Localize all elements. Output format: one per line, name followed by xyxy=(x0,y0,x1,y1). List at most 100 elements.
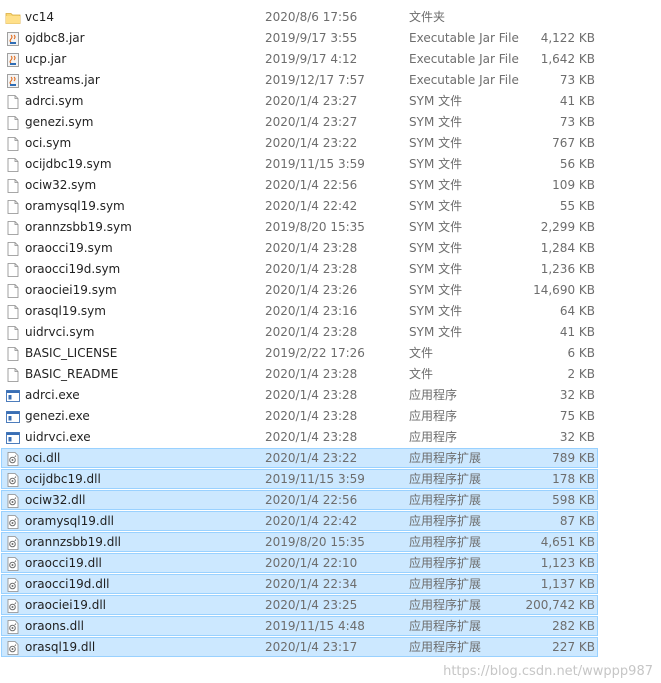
file-row[interactable]: xstreams.jar 2019/12/17 7:57 Executable Ja… xyxy=(0,70,661,91)
file-row[interactable]: oraocci19d.dll 2020/1/4 22:34 应用程序扩展 1,137 … xyxy=(0,574,661,595)
dll-icon xyxy=(5,514,21,530)
file-row[interactable]: oraociei19.sym 2020/1/4 23:26 SYM 文件 14,690… xyxy=(0,280,661,301)
file-date-modified: 2020/1/4 23:27 xyxy=(265,115,358,129)
file-icon xyxy=(5,157,21,173)
file-name: orasql19.sym xyxy=(25,304,106,318)
file-date-modified: 2020/1/4 22:56 xyxy=(265,493,358,507)
file-row[interactable]: oci.sym 2020/1/4 23:22 SYM 文件 767 KB xyxy=(0,133,661,154)
file-row[interactable]: oraociei19.dll 2020/1/4 23:25 应用程序扩展 200,74… xyxy=(0,595,661,616)
dll-icon xyxy=(5,577,21,593)
file-row[interactable]: oramysql19.dll 2020/1/4 22:42 应用程序扩展 87 KB xyxy=(0,511,661,532)
file-name: oraociei19.dll xyxy=(25,598,106,612)
jar-icon xyxy=(5,31,21,47)
file-date-modified: 2020/1/4 22:34 xyxy=(265,577,358,591)
file-size: 32 KB xyxy=(559,388,595,402)
file-size: 4,122 KB xyxy=(540,31,595,45)
file-size xyxy=(500,7,595,28)
file-date-modified: 2020/1/4 23:22 xyxy=(265,136,358,150)
file-row[interactable]: uidrvci.exe 2020/1/4 23:28 应用程序 32 KB xyxy=(0,427,661,448)
file-icon-cell xyxy=(5,238,21,259)
dll-icon xyxy=(5,640,21,656)
file-icon-cell xyxy=(5,70,21,91)
file-row[interactable]: oraocci19.sym 2020/1/4 23:28 SYM 文件 1,284 K… xyxy=(0,238,661,259)
file-date-modified: 2020/1/4 23:17 xyxy=(265,640,358,654)
file-date-modified: 2019/8/20 15:35 xyxy=(265,220,365,234)
file-row[interactable]: orannzsbb19.dll 2019/8/20 15:35 应用程序扩展 4,65… xyxy=(0,532,661,553)
file-icon xyxy=(5,367,21,383)
file-row[interactable]: uidrvci.sym 2020/1/4 23:28 SYM 文件 41 KB xyxy=(0,322,661,343)
file-date-modified: 2020/1/4 22:56 xyxy=(265,178,358,192)
file-row[interactable]: ucp.jar 2019/9/17 4:12 Executable Jar File… xyxy=(0,49,661,70)
file-name: orannzsbb19.dll xyxy=(25,535,121,549)
file-name: oraocci19.sym xyxy=(25,241,113,255)
file-icon-cell xyxy=(5,112,21,133)
file-name: oraocci19d.dll xyxy=(25,577,110,591)
file-name: ociw32.dll xyxy=(25,493,86,507)
file-name: genezi.exe xyxy=(25,409,90,423)
file-name: oraociei19.sym xyxy=(25,283,117,297)
jar-icon xyxy=(5,73,21,89)
file-row[interactable]: adrci.exe 2020/1/4 23:28 应用程序 32 KB xyxy=(0,385,661,406)
file-icon xyxy=(5,304,21,320)
file-row[interactable]: ojdbc8.jar 2019/9/17 3:55 Executable Jar F… xyxy=(0,28,661,49)
file-name: orasql19.dll xyxy=(25,640,96,654)
file-row[interactable]: genezi.exe 2020/1/4 23:28 应用程序 75 KB xyxy=(0,406,661,427)
file-name: BASIC_README xyxy=(25,367,119,381)
file-size: 109 KB xyxy=(552,178,595,192)
file-icon xyxy=(5,178,21,194)
file-size: 55 KB xyxy=(559,199,595,213)
file-name: ocijdbc19.sym xyxy=(25,157,112,171)
file-size: 598 KB xyxy=(552,493,595,507)
file-icon-cell xyxy=(5,91,21,112)
file-date-modified: 2019/9/17 4:12 xyxy=(265,52,358,66)
file-icon-cell xyxy=(5,217,21,238)
file-name: vc14 xyxy=(25,10,54,24)
file-size: 73 KB xyxy=(559,73,595,87)
file-row[interactable]: orasql19.sym 2020/1/4 23:16 SYM 文件 64 KB xyxy=(0,301,661,322)
dll-icon xyxy=(5,535,21,551)
file-name: oraocci19d.sym xyxy=(25,262,121,276)
file-row[interactable]: genezi.sym 2020/1/4 23:27 SYM 文件 73 KB xyxy=(0,112,661,133)
file-size: 1,137 KB xyxy=(540,577,595,591)
file-icon-cell xyxy=(5,511,21,532)
file-row[interactable]: ociw32.sym 2020/1/4 22:56 SYM 文件 109 KB xyxy=(0,175,661,196)
file-date-modified: 2019/11/15 3:59 xyxy=(265,157,365,171)
file-icon-cell xyxy=(5,469,21,490)
file-icon-cell xyxy=(5,259,21,280)
file-icon-cell xyxy=(5,28,21,49)
file-size: 41 KB xyxy=(559,94,595,108)
file-icon xyxy=(5,199,21,215)
file-row[interactable]: oraocci19.dll 2020/1/4 22:10 应用程序扩展 1,123 K… xyxy=(0,553,661,574)
dll-icon xyxy=(5,556,21,572)
file-date-modified: 2020/1/4 23:27 xyxy=(265,94,358,108)
file-row[interactable]: ociw32.dll 2020/1/4 22:56 应用程序扩展 598 KB xyxy=(0,490,661,511)
file-icon-cell xyxy=(5,343,21,364)
file-icon xyxy=(5,346,21,362)
file-row[interactable]: BASIC_LICENSE 2019/2/22 17:26 文件 6 KB xyxy=(0,343,661,364)
file-row[interactable]: ocijdbc19.dll 2019/11/15 3:59 应用程序扩展 178 KB xyxy=(0,469,661,490)
file-row[interactable]: ocijdbc19.sym 2019/11/15 3:59 SYM 文件 56 KB xyxy=(0,154,661,175)
file-row[interactable]: vc14 2020/8/6 17:56 文件夹 xyxy=(0,7,661,28)
file-name: ucp.jar xyxy=(25,52,67,66)
file-icon-cell xyxy=(5,196,21,217)
file-date-modified: 2020/1/4 22:10 xyxy=(265,556,358,570)
file-row[interactable]: oraons.dll 2019/11/15 4:48 应用程序扩展 282 KB xyxy=(0,616,661,637)
file-icon-cell xyxy=(5,133,21,154)
file-name: adrci.exe xyxy=(25,388,80,402)
file-date-modified: 2019/11/15 3:59 xyxy=(265,472,365,486)
file-icon-cell xyxy=(5,322,21,343)
file-icon-cell xyxy=(5,280,21,301)
file-row[interactable]: oramysql19.sym 2020/1/4 22:42 SYM 文件 55 KB xyxy=(0,196,661,217)
file-date-modified: 2020/1/4 23:28 xyxy=(265,325,358,339)
file-size: 178 KB xyxy=(552,472,595,486)
file-row[interactable]: BASIC_README 2020/1/4 23:28 文件 2 KB xyxy=(0,364,661,385)
file-row[interactable]: orasql19.dll 2020/1/4 23:17 应用程序扩展 227 KB xyxy=(0,637,661,658)
file-size: 56 KB xyxy=(559,157,595,171)
file-name: oci.sym xyxy=(25,136,72,150)
file-row[interactable]: oci.dll 2020/1/4 23:22 应用程序扩展 789 KB xyxy=(0,448,661,469)
file-row[interactable]: oraocci19d.sym 2020/1/4 23:28 SYM 文件 1,236 … xyxy=(0,259,661,280)
file-date-modified: 2020/1/4 23:28 xyxy=(265,409,358,423)
file-row[interactable]: orannzsbb19.sym 2019/8/20 15:35 SYM 文件 2,29… xyxy=(0,217,661,238)
file-size: 2,299 KB xyxy=(540,220,595,234)
file-row[interactable]: adrci.sym 2020/1/4 23:27 SYM 文件 41 KB xyxy=(0,91,661,112)
